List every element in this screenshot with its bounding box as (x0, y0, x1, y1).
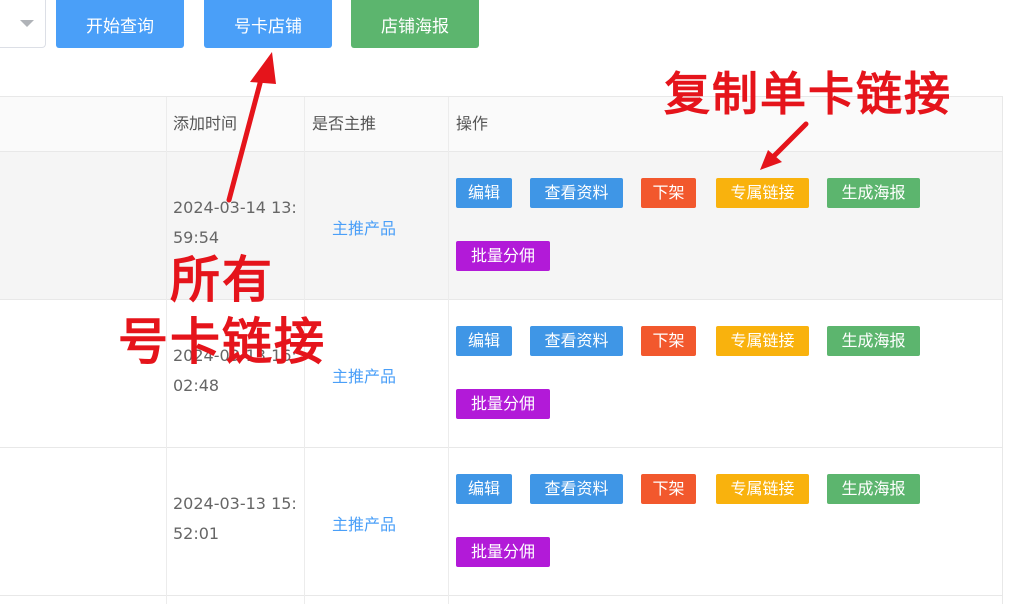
column-divider (448, 97, 449, 604)
generate-poster-button[interactable]: 生成海报 (827, 326, 920, 356)
edit-button[interactable]: 编辑 (456, 326, 512, 356)
table-row: 2024-03-13 15:52:01 主推产品 编辑 查看资料 下架 专属链接… (0, 448, 1002, 596)
off-shelf-button[interactable]: 下架 (641, 178, 696, 208)
arrowhead-up-icon (250, 52, 276, 84)
promoted-product-link[interactable]: 主推产品 (332, 363, 396, 387)
off-shelf-button[interactable]: 下架 (641, 326, 696, 356)
start-query-button[interactable]: 开始查询 (56, 0, 184, 48)
header-is-promoted: 是否主推 (312, 114, 377, 133)
table-row: 2024-03-14 13:59:54 主推产品 编辑 查看资料 下架 专属链接… (0, 152, 1002, 300)
filter-select[interactable] (0, 0, 46, 48)
promoted-product-link[interactable]: 主推产品 (332, 215, 396, 239)
view-info-button[interactable]: 查看资料 (530, 474, 623, 504)
promoted-product-link[interactable]: 主推产品 (332, 511, 396, 535)
exclusive-link-button[interactable]: 专属链接 (716, 178, 809, 208)
bulk-commission-button[interactable]: 批量分佣 (456, 537, 550, 567)
bulk-commission-button[interactable]: 批量分佣 (456, 241, 550, 271)
header-added-time: 添加时间 (173, 114, 238, 133)
view-info-button[interactable]: 查看资料 (530, 178, 623, 208)
added-time-cell: 2024-03-13 15:52:01 (173, 494, 297, 543)
edit-button[interactable]: 编辑 (456, 474, 512, 504)
annotation-all-card-links: 号卡链接 (118, 313, 326, 371)
header-operations: 操作 (456, 114, 489, 133)
shop-poster-button[interactable]: 店铺海报 (351, 0, 479, 48)
exclusive-link-button[interactable]: 专属链接 (716, 326, 809, 356)
view-info-button[interactable]: 查看资料 (530, 326, 623, 356)
chevron-down-icon (20, 20, 34, 27)
edit-button[interactable]: 编辑 (456, 178, 512, 208)
annotation-copy-single-link: 复制单卡链接 (664, 67, 952, 121)
bulk-commission-button[interactable]: 批量分佣 (456, 389, 550, 419)
generate-poster-button[interactable]: 生成海报 (827, 474, 920, 504)
card-shop-button[interactable]: 号卡店铺 (204, 0, 332, 48)
exclusive-link-button[interactable]: 专属链接 (716, 474, 809, 504)
off-shelf-button[interactable]: 下架 (641, 474, 696, 504)
generate-poster-button[interactable]: 生成海报 (827, 178, 920, 208)
